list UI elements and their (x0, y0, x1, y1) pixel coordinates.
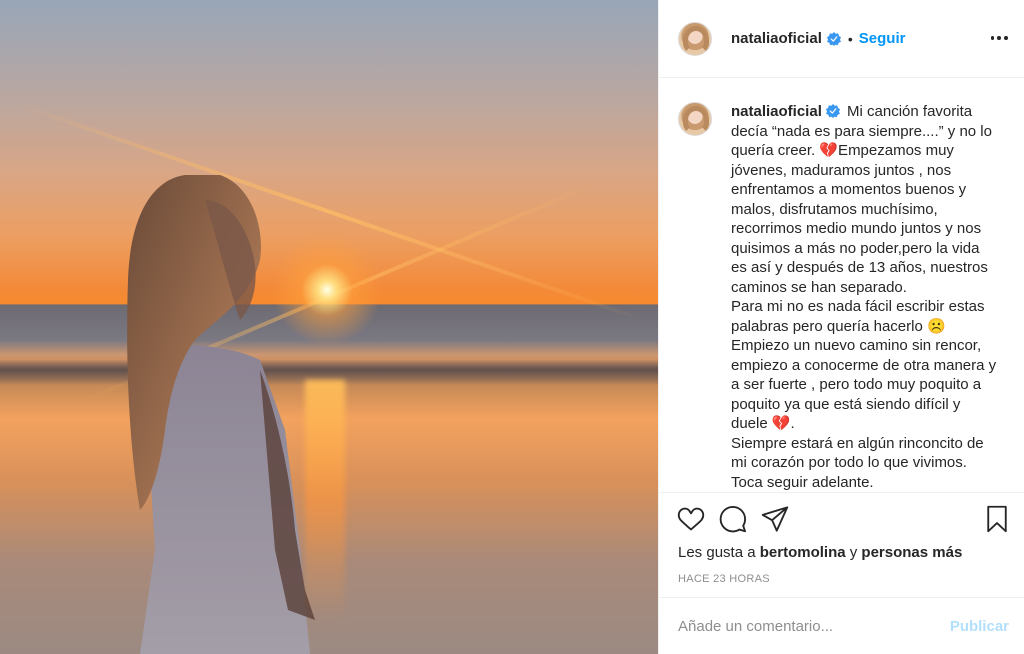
follow-button[interactable]: Seguir (859, 30, 906, 47)
post-header: nataliaoficial • Seguir (659, 0, 1024, 78)
heart-icon[interactable] (677, 505, 705, 533)
likes-prefix: Les gusta a (678, 544, 756, 561)
actions-bar: Les gusta a bertomolina y personas más H… (659, 492, 1024, 597)
avatar[interactable] (678, 21, 712, 56)
post-photo (0, 0, 658, 654)
share-icon[interactable] (761, 505, 789, 533)
comment-icon[interactable] (719, 505, 747, 533)
likes-others-link[interactable]: personas más (861, 544, 962, 561)
author-username[interactable]: nataliaoficial (731, 30, 822, 47)
liker-username[interactable]: bertomolina (760, 544, 846, 561)
verified-badge-icon (826, 31, 841, 46)
comment-bar: Publicar (659, 597, 1024, 654)
bookmark-icon[interactable] (983, 505, 1011, 533)
more-options-icon[interactable] (989, 28, 1009, 48)
caption-section: nataliaoficial Mi canción favorita decía… (659, 79, 1024, 492)
caption-author[interactable]: nataliaoficial (731, 103, 822, 120)
verified-badge-icon (825, 104, 840, 118)
likes-summary: Les gusta a bertomolina y personas más (678, 544, 962, 561)
publish-button[interactable]: Publicar (950, 618, 1009, 635)
separator-dot: • (847, 30, 853, 47)
post-caption: nataliaoficial Mi canción favorita decía… (731, 102, 999, 492)
comment-input[interactable] (678, 617, 950, 635)
avatar[interactable] (678, 102, 712, 136)
woman-silhouette (127, 175, 315, 654)
post-side-panel: nataliaoficial • Seguir nataliaoficial M… (658, 0, 1024, 654)
post-timestamp[interactable]: HACE 23 HORAS (678, 573, 770, 585)
likes-middle: y (849, 544, 858, 561)
caption-text: Mi canción favorita decía “nada es para … (731, 103, 997, 491)
